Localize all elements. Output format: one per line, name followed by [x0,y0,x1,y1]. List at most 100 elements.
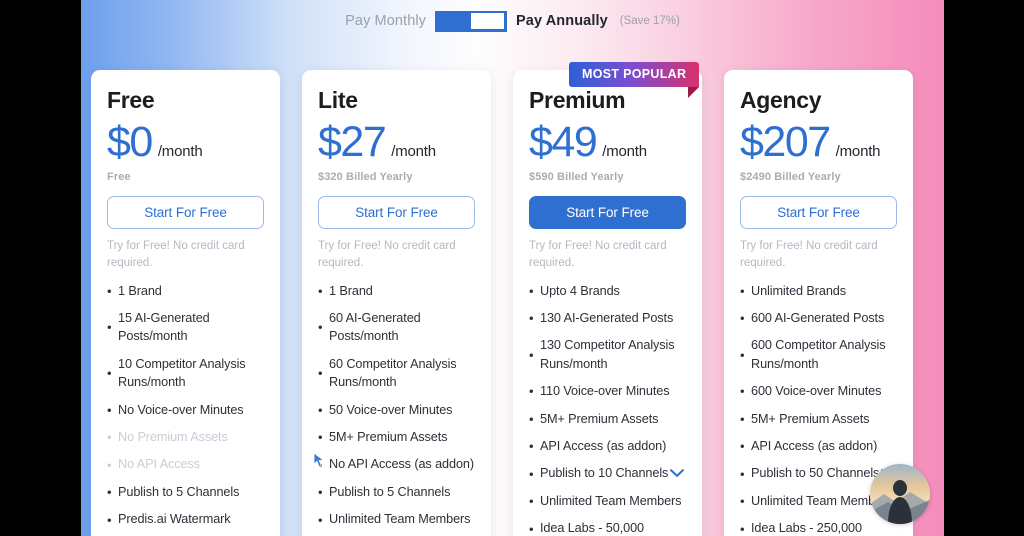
feature-label: 600 Voice-over Minutes [751,384,882,399]
feature-item: Predis.ai Watermark [107,510,264,528]
feature-label: No Premium Assets [118,430,228,445]
feature-label: 130 AI-Generated Posts [540,311,674,326]
plan-name: Lite [318,87,358,113]
plan-price-row: $49/month [529,121,686,164]
feature-label: No API Access (as addon) [329,457,474,472]
feature-list: 1 Brand 60 AI-Generated Posts/month 60 Com… [318,282,475,529]
feature-item: Idea Labs - 250,000 [740,519,897,536]
plan-name: Premium [529,87,626,113]
chevron-down-icon[interactable] [670,467,684,480]
plan-name: Free [107,87,155,113]
feature-label: Publish to 10 Channels [540,466,669,481]
billing-toggle-switch[interactable] [435,10,508,32]
feature-item: 600 Voice-over Minutes [740,382,897,400]
feature-item: Publish to 5 Channels [318,483,475,501]
screen: Pay Monthly Pay Annually (Save 17%) Free… [0,0,1024,536]
feature-label: API Access (as addon) [540,439,667,454]
feature-label: 1 Brand [118,283,162,298]
billing-monthly-label[interactable]: Pay Monthly [345,13,426,29]
feature-list: 1 Brand 15 AI-Generated Posts/month 10 Com… [107,282,264,529]
feature-label: 600 AI-Generated Posts [751,311,885,326]
plan-billed-note: $590 Billed Yearly [529,171,624,184]
feature-label: Predis.ai Watermark [118,512,231,527]
feature-item: 50 Voice-over Minutes [318,401,475,419]
feature-label: Unlimited Team Members [329,512,471,527]
feature-item: 130 Competitor Analysis Runs/month [529,336,686,373]
feature-label: Unlimited Brands [751,283,847,298]
plan-billed-note: $320 Billed Yearly [318,171,413,184]
plan-price: $49 [529,118,598,167]
plan-price-period: /month [835,143,881,161]
plan-price-row: $27/month [318,121,475,164]
plan-price-period: /month [157,143,203,161]
plan-billed-note: $2490 Billed Yearly [740,171,841,184]
billing-save-note: (Save 17%) [619,15,680,27]
feature-label: 5M+ Premium Assets [751,411,870,426]
plan-trial-note: Try for Free! No credit card required. [740,240,878,269]
feature-label: 5M+ Premium Assets [329,430,448,445]
billing-annually-label[interactable]: Pay Annually [516,13,608,29]
plan-price: $207 [740,118,831,167]
plan-price-row: $207/month [740,121,897,164]
feature-item: 1 Brand [318,282,475,300]
feature-label: 60 AI-Generated Posts/month [329,311,421,344]
feature-item: 110 Voice-over Minutes [529,382,686,400]
avatar [870,464,930,524]
feature-label: 5M+ Premium Assets [540,411,659,426]
pricing-card: MOST POPULAR Premium $49/month $590 Billed … [513,62,702,536]
feature-label: No API Access [118,457,200,472]
feature-item: Publish to 10 Channels [529,464,686,482]
plan-name: Agency [740,87,822,113]
feature-label: 50 Voice-over Minutes [329,402,453,417]
feature-item: No API Access [107,455,264,473]
start-for-free-button[interactable]: Start For Free [529,196,686,230]
feature-item: Publish to 5 Channels [107,483,264,501]
plan-price: $0 [107,118,153,167]
billing-toggle-knob [471,13,505,29]
pricing-cards: Free $0/month Free Start For Free Try for Fr… [91,62,934,536]
feature-label: 1 Brand [329,283,373,298]
feature-item: No Premium Assets [107,428,264,446]
feature-label: 130 Competitor Analysis Runs/month [540,338,675,371]
feature-label: 60 Competitor Analysis Runs/month [329,356,457,390]
feature-item: 60 Competitor Analysis Runs/month [318,355,475,392]
feature-item: Unlimited Brands [740,282,897,300]
feature-item: No API Access (as addon) [318,455,475,473]
feature-label: Upto 4 Brands [540,283,620,298]
feature-label: API Access (as addon) [751,439,878,454]
feature-label: 110 Voice-over Minutes [540,384,670,399]
start-for-free-button[interactable]: Start For Free [107,196,264,230]
feature-label: Publish to 5 Channels [118,484,240,499]
plan-price: $27 [318,118,387,167]
feature-label: No Voice-over Minutes [118,402,244,417]
feature-label: Publish to 5 Channels [329,484,451,499]
pricing-card: Free $0/month Free Start For Free Try for Fr… [91,70,280,536]
feature-item: API Access (as addon) [740,437,897,455]
plan-price-period: /month [391,143,436,161]
feature-item: Unlimited Team Members [529,492,686,510]
feature-item: Upto 4 Brands [529,282,686,300]
feature-label: Idea Labs - 50,000 [540,521,645,536]
feature-label: Unlimited Team Members [540,493,682,508]
feature-item: API Access (as addon) [529,437,686,455]
feature-item: 130 AI-Generated Posts [529,309,686,327]
feature-label: Idea Labs - 250,000 [751,521,862,536]
feature-item: No Voice-over Minutes [107,401,264,419]
feature-item: 5M+ Premium Assets [318,428,475,446]
feature-list: Upto 4 Brands 130 AI-Generated Posts 130 C… [529,282,686,536]
feature-item: 1 Brand [107,282,264,300]
pricing-viewport: Pay Monthly Pay Annually (Save 17%) Free… [81,0,944,536]
plan-trial-note: Try for Free! No credit card required. [318,240,456,269]
plan-trial-note: Try for Free! No credit card required. [529,240,667,269]
plan-price-period: /month [602,143,647,161]
feature-label: 600 Competitor Analysis Runs/month [751,338,886,371]
feature-item: 5M+ Premium Assets [529,410,686,428]
plan-trial-note: Try for Free! No credit card required. [107,240,245,269]
start-for-free-button[interactable]: Start For Free [740,196,897,230]
feature-label: 15 AI-Generated Posts/month [118,311,210,344]
feature-item: 600 AI-Generated Posts [740,309,897,327]
plan-billed-note: Free [107,171,131,184]
feature-item: 10 Competitor Analysis Runs/month [107,355,264,392]
start-for-free-button[interactable]: Start For Free [318,196,475,230]
most-popular-badge: MOST POPULAR [569,62,700,98]
